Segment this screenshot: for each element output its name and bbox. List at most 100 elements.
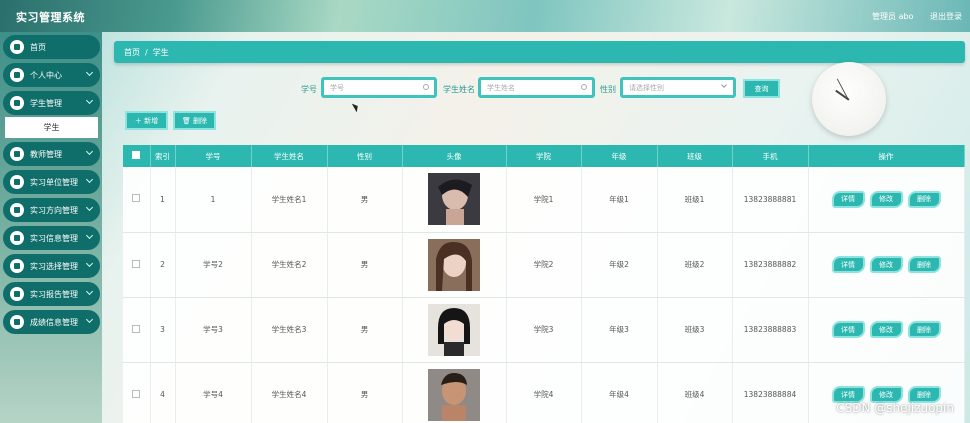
cell-grade: 年级1 [581, 167, 658, 233]
gender-select[interactable]: 请选择性别 [620, 77, 736, 98]
column-header: 学院 [506, 145, 582, 167]
chevron-down-icon [85, 315, 94, 324]
breadcrumb-separator: / [145, 47, 148, 57]
edit-button[interactable]: 修改 [869, 190, 903, 208]
cell-grade: 年级3 [581, 297, 658, 363]
clock-widget [812, 62, 886, 136]
row-checkbox[interactable] [132, 389, 141, 398]
grid-icon [10, 96, 24, 110]
user-label: 管理员 abo [872, 12, 914, 21]
send-icon [10, 203, 24, 217]
chevron-down-icon [85, 231, 94, 240]
sidebar-item-grades[interactable]: 成绩信息管理 [3, 310, 100, 334]
row-checkbox[interactable] [132, 194, 141, 203]
chevron-down-icon [85, 175, 94, 184]
column-header: 班级 [657, 145, 733, 167]
chevron-down-icon [721, 82, 727, 88]
student-name-input[interactable]: 学生姓名 [478, 77, 595, 98]
sidebar-item-label: 实习报告管理 [30, 289, 78, 299]
query-button[interactable]: 查询 [743, 79, 780, 98]
cell-gender: 男 [327, 362, 403, 423]
cell-student-name: 学生姓名4 [251, 362, 328, 423]
edit-button[interactable]: 修改 [869, 321, 903, 338]
cell-phone: 13823888881 [732, 167, 809, 233]
cell-avatar [402, 167, 507, 233]
column-header: 头像 [402, 145, 507, 167]
row-delete-button[interactable]: 删除 [907, 256, 941, 273]
detail-button[interactable]: 详情 [831, 321, 865, 338]
cell-college: 学院3 [506, 297, 582, 363]
user-area: 管理员 abo 退出登录 [858, 11, 962, 22]
cell-college: 学院2 [506, 232, 582, 298]
sidebar-item-directions[interactable]: 实习方向管理 [3, 198, 100, 222]
student-table: 索引 学号 学生姓名 性别 头像 学院 年级 班级 手机 操作 1 1 学生姓名… [123, 145, 965, 423]
cell-class: 班级2 [657, 232, 733, 298]
sidebar-item-profile[interactable]: 个人中心 [3, 63, 100, 87]
search-icon [581, 84, 587, 90]
column-header: 学生姓名 [251, 145, 328, 167]
edit-button[interactable]: 修改 [869, 256, 903, 273]
cell-student-id: 学号2 [175, 232, 252, 298]
student-name-placeholder: 学生姓名 [487, 83, 515, 92]
select-all-cell [123, 145, 151, 167]
sidebar-item-label: 成绩信息管理 [30, 317, 78, 327]
cell-college: 学院1 [506, 167, 582, 233]
student-id-placeholder: 学号 [330, 83, 344, 92]
sidebar-item-teachers[interactable]: 教师管理 [3, 142, 100, 166]
sidebar-item-reports[interactable]: 实习报告管理 [3, 282, 100, 306]
breadcrumb-home[interactable]: 首页 [124, 47, 140, 58]
mouse-cursor-icon [351, 101, 361, 113]
delete-button[interactable]: 🗑 删除 [173, 111, 216, 130]
sidebar-item-label: 学生管理 [30, 98, 62, 108]
grid-icon [10, 175, 24, 189]
column-header: 年级 [581, 145, 658, 167]
sidebar-item-selection[interactable]: 实习选择管理 [3, 254, 100, 278]
avatar [428, 368, 480, 421]
cell-index: 3 [150, 297, 176, 363]
cell-avatar [402, 297, 507, 363]
sidebar-item-label: 实习选择管理 [30, 261, 78, 271]
cell-student-id: 学号3 [175, 297, 252, 363]
location-icon [10, 287, 24, 301]
logout-link[interactable]: 退出登录 [930, 12, 962, 21]
sidebar-item-students[interactable]: 学生管理 [3, 91, 100, 115]
select-all-checkbox[interactable] [132, 151, 141, 159]
cell-class: 班级4 [657, 362, 733, 423]
sidebar-item-info[interactable]: 实习信息管理 [3, 226, 100, 250]
sidebar-item-units[interactable]: 实习单位管理 [3, 170, 100, 194]
teacher-icon [10, 147, 24, 161]
sidebar-item-home[interactable]: 首页 [3, 35, 100, 59]
cell-phone: 13823888884 [732, 362, 809, 423]
add-button[interactable]: ＋ 新增 [125, 111, 168, 130]
search-icon [423, 84, 429, 90]
column-header: 手机 [732, 145, 809, 167]
row-delete-button[interactable]: 删除 [907, 190, 941, 208]
cell-grade: 年级2 [581, 232, 658, 298]
cell-gender: 男 [327, 167, 403, 233]
sidebar: 首页 个人中心 学生管理 学生 教师管理 实习单位管理 实习方向管理 实习信息管… [0, 32, 102, 423]
cell-grade: 年级4 [581, 362, 658, 423]
student-name-label: 学生姓名 [443, 85, 475, 94]
table-header-row: 索引 学号 学生姓名 性别 头像 学院 年级 班级 手机 操作 [123, 145, 965, 167]
student-id-input[interactable]: 学号 [321, 77, 437, 98]
column-header: 性别 [327, 145, 403, 167]
detail-button[interactable]: 详情 [831, 190, 865, 208]
row-checkbox[interactable] [132, 324, 141, 333]
avatar [428, 238, 480, 291]
cell-operations: 详情 修改 删除 [808, 297, 965, 363]
cell-phone: 13823888883 [732, 297, 809, 363]
cell-gender: 男 [327, 297, 403, 363]
cell-phone: 13823888882 [732, 232, 809, 298]
cell-student-name: 学生姓名3 [251, 297, 328, 363]
chevron-down-icon [85, 147, 94, 156]
sidebar-subitem-student[interactable]: 学生 [5, 117, 98, 138]
bar-chart-icon [10, 259, 24, 273]
gender-placeholder: 请选择性别 [629, 83, 664, 92]
detail-button[interactable]: 详情 [831, 256, 865, 273]
row-delete-button[interactable]: 删除 [907, 321, 941, 338]
row-checkbox[interactable] [132, 259, 141, 268]
sidebar-item-label: 首页 [30, 42, 46, 52]
sidebar-item-label: 实习方向管理 [30, 205, 78, 215]
column-header: 操作 [808, 145, 965, 167]
student-id-label: 学号 [301, 85, 317, 94]
